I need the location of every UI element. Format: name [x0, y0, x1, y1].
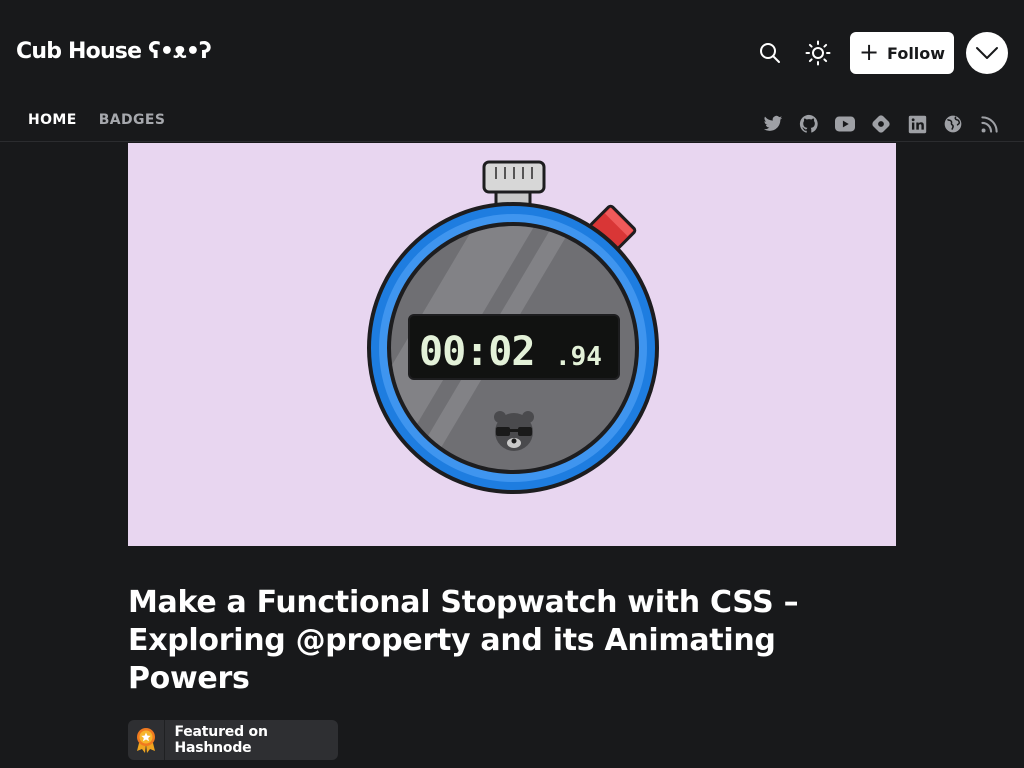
twitter-icon	[763, 115, 783, 131]
timer-main-text: 00:02	[419, 329, 534, 375]
timer-fraction-text: .94	[555, 342, 602, 372]
post-cover-image: 00:02 .94	[128, 143, 896, 546]
post-title: Make a Functional Stopwatch with CSS – E…	[128, 585, 799, 696]
featured-label: Featured on Hashnode	[174, 724, 268, 756]
plus-icon: +	[858, 37, 880, 66]
social-links	[762, 113, 1000, 135]
site-header: Cub House ʕ•ᴥ•ʔ + Follow HOME BADGES	[0, 0, 1024, 142]
blog-nav: HOME BADGES	[28, 112, 165, 128]
follow-button[interactable]: + Follow	[850, 32, 954, 74]
linkedin-link[interactable]	[906, 113, 928, 135]
globe-icon	[944, 115, 962, 133]
rss-link[interactable]	[978, 113, 1000, 135]
award-icon	[137, 728, 156, 753]
nav-badges[interactable]: BADGES	[99, 112, 166, 128]
menu-dropdown-button[interactable]	[966, 32, 1008, 74]
youtube-link[interactable]	[834, 113, 856, 135]
featured-badge[interactable]: Featured on Hashnode	[128, 720, 338, 760]
linkedin-icon	[908, 115, 926, 133]
stopwatch-illustration: 00:02 .94	[367, 160, 659, 494]
blog-brand[interactable]: Cub House ʕ•ᴥ•ʔ	[16, 38, 212, 64]
twitter-link[interactable]	[762, 113, 784, 135]
website-link[interactable]	[942, 113, 964, 135]
sun-icon	[805, 40, 831, 66]
featured-badge-icon-wrap	[128, 720, 166, 760]
follow-label: Follow	[887, 43, 946, 63]
theme-toggle-button[interactable]	[798, 33, 838, 73]
chevron-down-icon	[976, 47, 998, 59]
nav-home[interactable]: HOME	[28, 112, 77, 128]
github-icon	[799, 114, 818, 133]
search-icon	[760, 43, 780, 63]
github-link[interactable]	[798, 113, 820, 135]
youtube-icon	[835, 116, 855, 132]
hashnode-link[interactable]	[870, 113, 892, 135]
search-button[interactable]	[750, 33, 790, 73]
hashnode-icon	[872, 115, 890, 133]
rss-icon	[980, 115, 998, 133]
